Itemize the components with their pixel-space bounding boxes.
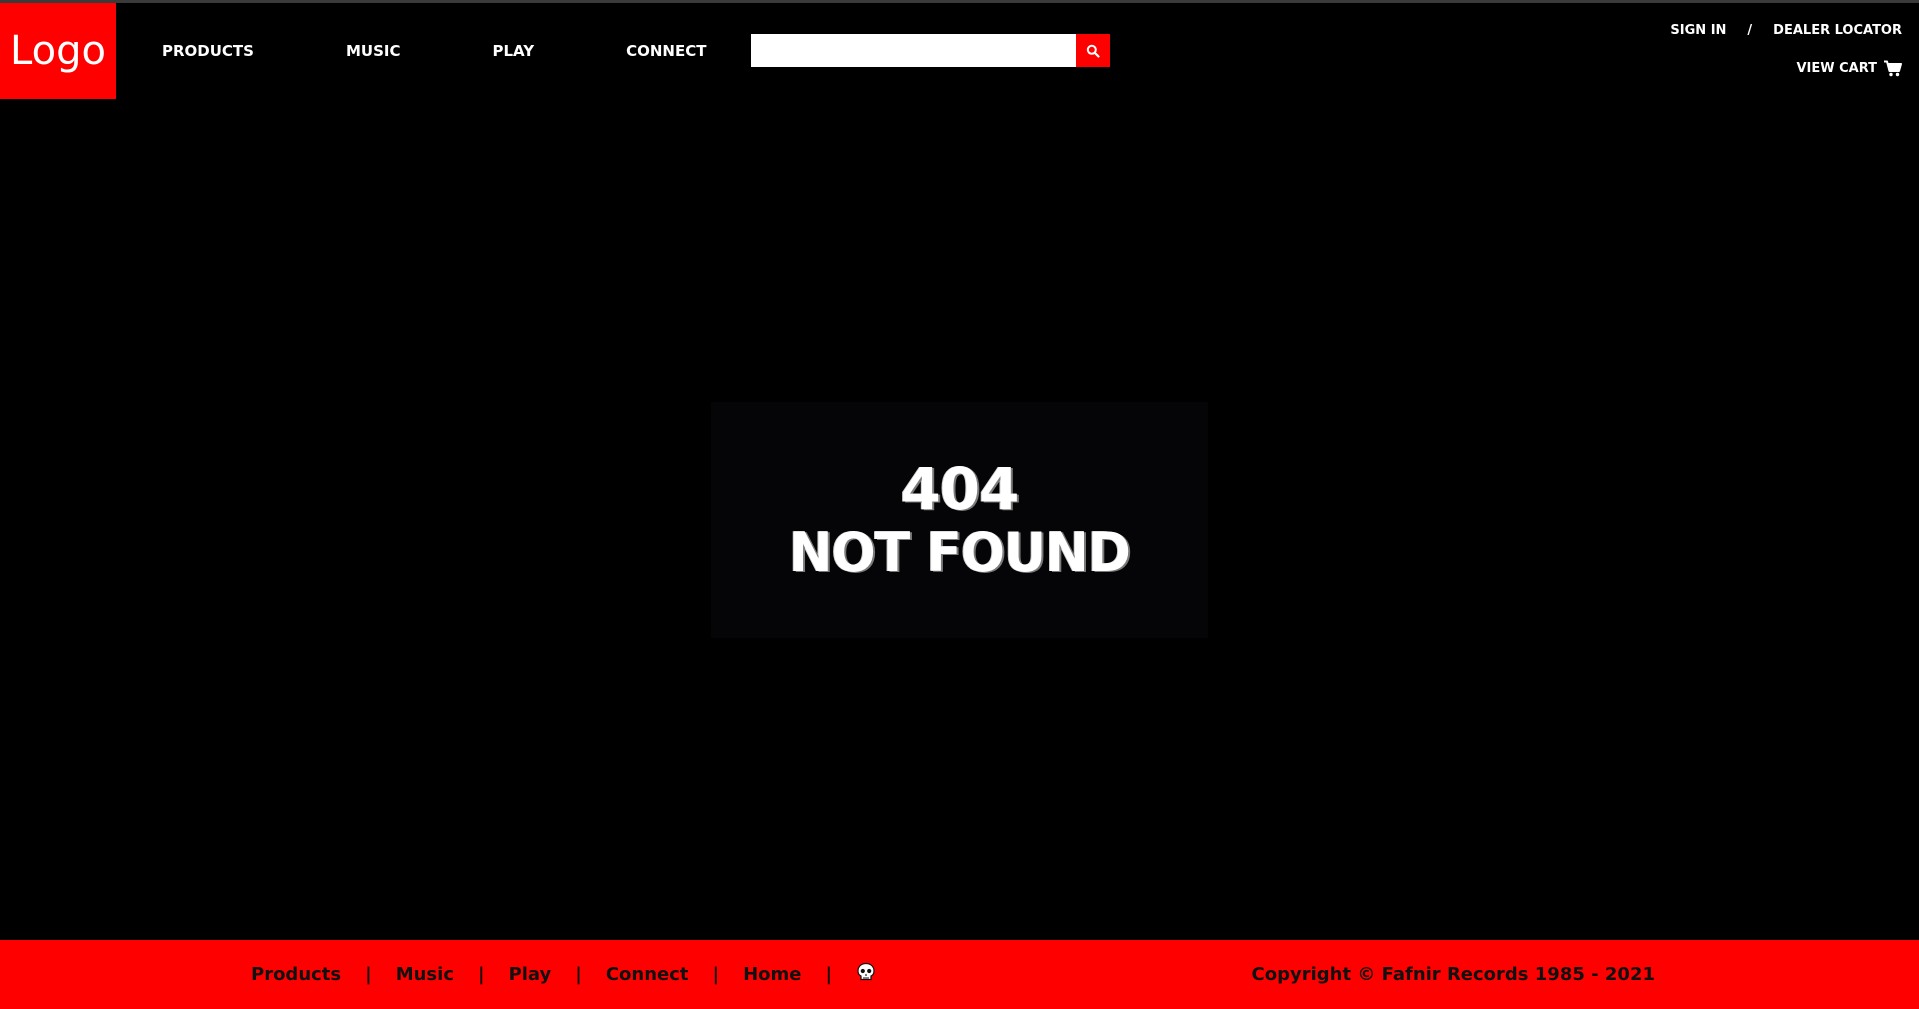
skull-icon	[857, 962, 875, 981]
footer-separator: |	[477, 964, 485, 985]
footer-link-home[interactable]: Home	[743, 964, 801, 985]
error-panel: 404 NOT FOUND	[711, 402, 1208, 638]
footer-separator: |	[575, 964, 582, 985]
view-cart-label: VIEW CART	[1796, 61, 1877, 76]
nav-item-play[interactable]: PLAY	[492, 42, 534, 60]
footer-nav: Products | Music | Play | Connect | Home…	[251, 940, 876, 1009]
footer-separator: |	[712, 964, 720, 985]
footer-separator: |	[825, 964, 833, 985]
search-icon	[1086, 44, 1100, 58]
error-message: NOT FOUND	[789, 521, 1131, 585]
copyright-text: Copyright © Fafnir Records 1985 - 2021	[1251, 964, 1655, 985]
search-bar	[751, 34, 1110, 67]
footer-link-connect[interactable]: Connect	[606, 964, 689, 985]
nav-item-connect[interactable]: CONNECT	[626, 42, 706, 60]
footer-link-play[interactable]: Play	[509, 964, 552, 985]
skull-link[interactable]	[856, 962, 876, 987]
main-nav: PRODUCTS MUSIC PLAY CONNECT	[162, 3, 798, 99]
sign-in-link[interactable]: SIGN IN	[1670, 23, 1726, 38]
logo[interactable]: Logo	[0, 3, 116, 99]
footer: Products | Music | Play | Connect | Home…	[0, 940, 1919, 1009]
footer-separator: |	[365, 964, 372, 985]
link-separator: /	[1747, 23, 1753, 38]
error-code: 404	[900, 455, 1019, 524]
dealer-locator-link[interactable]: DEALER LOCATOR	[1773, 23, 1902, 38]
nav-item-music[interactable]: MUSIC	[346, 42, 401, 60]
header: Logo PRODUCTS MUSIC PLAY CONNECT SIGN IN…	[0, 3, 1919, 99]
footer-link-products[interactable]: Products	[251, 964, 341, 985]
view-cart-link[interactable]: VIEW CART	[1670, 60, 1902, 77]
footer-link-music[interactable]: Music	[396, 964, 454, 985]
top-links: SIGN IN / DEALER LOCATOR	[1670, 23, 1902, 38]
page: Logo PRODUCTS MUSIC PLAY CONNECT SIGN IN…	[0, 0, 1919, 1009]
nav-item-products[interactable]: PRODUCTS	[162, 42, 254, 60]
search-button[interactable]	[1076, 34, 1110, 67]
account-links: SIGN IN / DEALER LOCATOR VIEW CART	[1670, 23, 1902, 77]
cart-icon	[1884, 60, 1902, 77]
search-input[interactable]	[751, 34, 1076, 67]
